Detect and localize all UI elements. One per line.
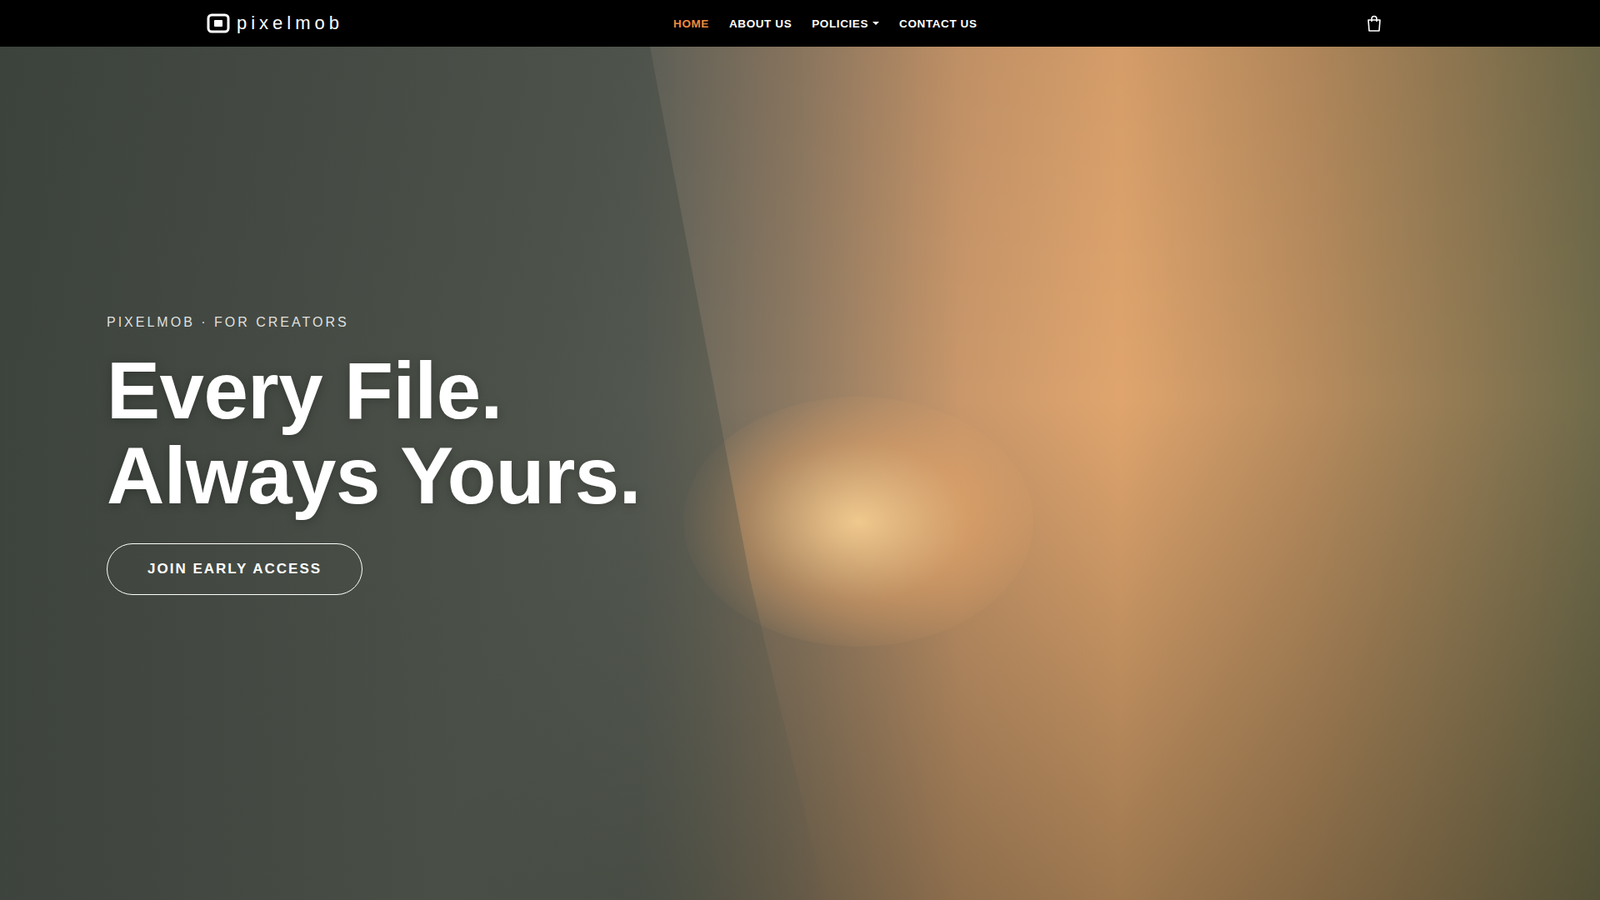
menu-item[interactable]: ABOUT US bbox=[729, 17, 792, 30]
cart-button[interactable] bbox=[1366, 15, 1382, 32]
headline-line: Every File. bbox=[106, 348, 641, 434]
menu-item-label: CONTACT US bbox=[899, 17, 978, 30]
hero-content: PIXELMOB · FOR CREATORS Every File.Always… bbox=[0, 46, 1600, 595]
menu-item[interactable]: POLICIES bbox=[811, 17, 880, 30]
caret-down-icon bbox=[872, 20, 880, 26]
menu-item-label: ABOUT US bbox=[729, 17, 792, 30]
menu-item-label: POLICIES bbox=[811, 17, 869, 30]
logo[interactable]: pixelmob bbox=[206, 12, 344, 35]
top-nav-bar: pixelmob HOME ABOUT US POLICIES CONTACT US bbox=[0, 0, 1600, 47]
page: pixelmob HOME ABOUT US POLICIES CONTACT US PI… bbox=[0, 0, 1600, 900]
hero-headline: Every File.Always Yours. bbox=[106, 348, 641, 519]
main-menu: HOME ABOUT US POLICIES CONTACT US bbox=[673, 17, 978, 30]
menu-item[interactable]: HOME bbox=[673, 17, 710, 30]
logo-icon bbox=[206, 13, 230, 34]
hero-eyebrow: PIXELMOB · FOR CREATORS bbox=[106, 315, 350, 330]
menu-item[interactable]: CONTACT US bbox=[899, 17, 978, 30]
logo-text: pixelmob bbox=[236, 12, 344, 35]
shopping-bag-icon bbox=[1366, 15, 1382, 32]
headline-line: Always Yours. bbox=[106, 433, 641, 519]
menu-item-label: HOME bbox=[673, 17, 710, 30]
hero-section: PIXELMOB · FOR CREATORS Every File.Always… bbox=[0, 46, 1600, 900]
join-early-access-button[interactable]: JOIN EARLY ACCESS bbox=[106, 543, 363, 595]
